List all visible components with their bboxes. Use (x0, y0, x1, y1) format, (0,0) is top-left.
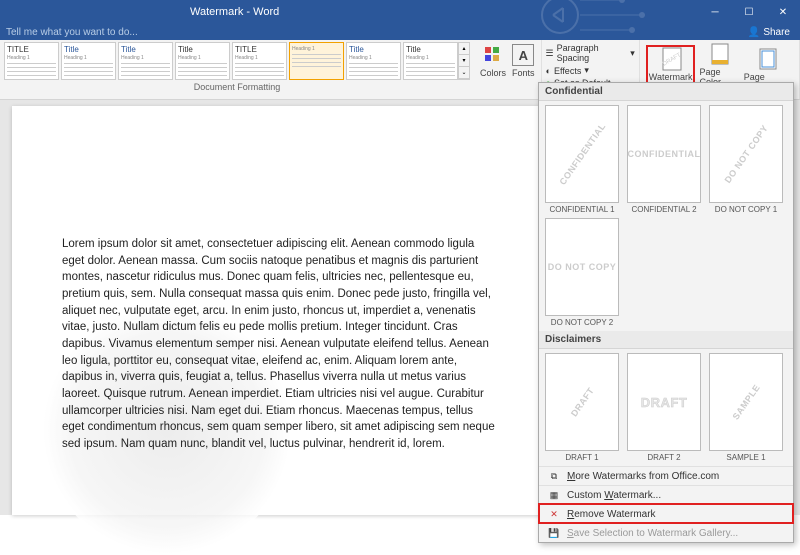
colors-button[interactable]: Colors (480, 44, 506, 78)
save-to-gallery-label: Save Selection to Watermark Gallery... (567, 528, 738, 539)
paragraph-spacing-button[interactable]: ☰Paragraph Spacing ▾ (546, 42, 635, 64)
page-color-icon (709, 43, 731, 65)
effects-label: Effects (554, 66, 581, 76)
style-thumb[interactable]: TitleHeading 1 (175, 42, 230, 80)
close-button[interactable]: ✕ (766, 0, 800, 24)
save-to-gallery-item: 💾 Save Selection to Watermark Gallery... (539, 523, 793, 542)
window-controls: ─ ☐ ✕ (698, 0, 800, 24)
effects-button[interactable]: ◐Effects ▾ (546, 64, 635, 77)
style-thumb[interactable]: TITLEHeading 1 (232, 42, 287, 80)
effects-icon: ◐ (546, 66, 551, 76)
colors-icon (482, 44, 504, 66)
watermark-dropdown: Confidential CONFIDENTIALCONFIDENTIAL 1C… (538, 82, 794, 543)
style-thumb[interactable]: TitleHeading 1 (118, 42, 173, 80)
page-borders-icon (757, 48, 779, 70)
watermark-option[interactable]: CONFIDENTIALCONFIDENTIAL 1 (543, 105, 621, 214)
spacing-icon: ☰ (546, 48, 554, 59)
watermark-option[interactable]: DRAFTDRAFT 1 (543, 353, 621, 462)
remove-icon: ✕ (547, 508, 561, 520)
share-button[interactable]: 👤 Share (748, 27, 800, 38)
fonts-button[interactable]: A Fonts (512, 44, 535, 78)
titlebar: Watermark - Word ─ ☐ ✕ (0, 0, 800, 24)
paragraph-spacing-label: Paragraph Spacing (557, 43, 628, 63)
watermark-option[interactable]: SAMPLESAMPLE 1 (707, 353, 785, 462)
save-icon: 💾 (547, 527, 561, 539)
share-label: Share (763, 27, 790, 38)
watermark-option[interactable]: CONFIDENTIALCONFIDENTIAL 2 (625, 105, 703, 214)
custom-icon: ▦ (547, 489, 561, 501)
dropdown-section-disclaimers: Disclaimers (539, 331, 793, 349)
titlebar-decoration (520, 0, 680, 40)
style-thumb[interactable]: TitleHeading 1 (346, 42, 401, 80)
style-gallery-nav[interactable]: ▴▾⌄ (458, 42, 470, 80)
watermark-grid-confidential: CONFIDENTIALCONFIDENTIAL 1CONFIDENTIALCO… (539, 101, 793, 331)
more-watermarks-item[interactable]: ⧉ More Watermarks from Office.com (539, 466, 793, 485)
maximize-button[interactable]: ☐ (732, 0, 766, 24)
group-label-docfmt: Document Formatting (4, 82, 470, 92)
remove-watermark-item[interactable]: ✕ Remove Watermark (539, 504, 793, 523)
fonts-icon: A (512, 44, 534, 66)
share-icon: 👤 (748, 27, 760, 38)
watermark-grid-disclaimers: DRAFTDRAFT 1DRAFTDRAFT 2SAMPLESAMPLE 1 (539, 349, 793, 466)
remove-watermark-label: Remove Watermark (567, 509, 656, 520)
watermark-option[interactable]: DO NOT COPYDO NOT COPY 1 (707, 105, 785, 214)
dropdown-section-confidential: Confidential (539, 83, 793, 101)
watermark-option[interactable]: DO NOT COPYDO NOT COPY 2 (543, 218, 621, 327)
colors-label: Colors (480, 68, 506, 78)
document-page[interactable]: Lorem ipsum dolor sit amet, consectetuer… (12, 106, 547, 515)
tell-me-input[interactable]: Tell me what you want to do... (6, 27, 138, 38)
office-icon: ⧉ (547, 470, 561, 482)
style-thumb[interactable]: TitleHeading 1 (61, 42, 116, 80)
document-body-text[interactable]: Lorem ipsum dolor sit amet, consectetuer… (62, 236, 497, 453)
ribbon-group-document-formatting: TITLEHeading 1TitleHeading 1TitleHeading… (0, 40, 474, 99)
tell-me-bar: Tell me what you want to do... 👤 Share (0, 24, 800, 40)
style-gallery[interactable]: TITLEHeading 1TitleHeading 1TitleHeading… (4, 42, 458, 80)
fonts-label: Fonts (512, 68, 535, 78)
style-thumb[interactable]: TITLEHeading 1 (4, 42, 59, 80)
minimize-button[interactable]: ─ (698, 0, 732, 24)
more-watermarks-label: More Watermarks from Office.com (567, 471, 719, 482)
custom-watermark-item[interactable]: ▦ Custom Watermark... (539, 485, 793, 504)
style-thumb[interactable]: TitleHeading 1 (403, 42, 458, 80)
style-thumb[interactable]: Heading 1 (289, 42, 344, 80)
custom-watermark-label: Custom Watermark... (567, 490, 661, 501)
window-title: Watermark - Word (190, 6, 279, 18)
watermark-option[interactable]: DRAFTDRAFT 2 (625, 353, 703, 462)
watermark-icon: DRAFT (660, 48, 682, 70)
